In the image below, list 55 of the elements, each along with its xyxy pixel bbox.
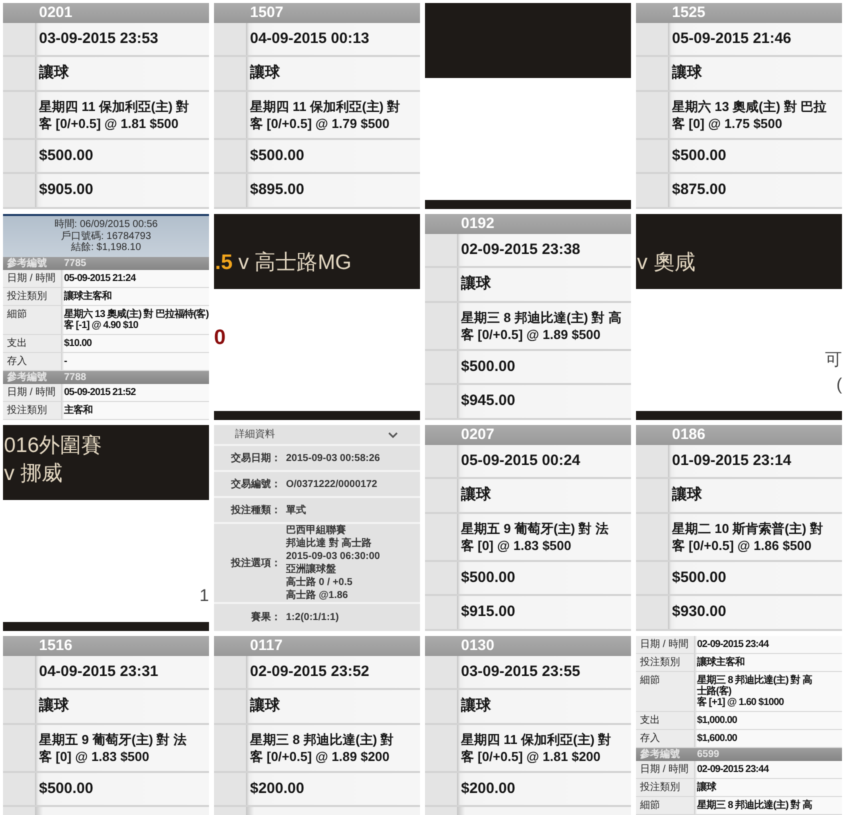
field-label: 日期 / 時間 <box>3 384 61 401</box>
reference-number: 1525 <box>672 4 706 21</box>
field-label: 日期 / 時間 <box>636 636 694 653</box>
reference-number: 7785 <box>63 258 86 269</box>
detail-value: 巴西甲組聯賽 邦迪比達 對 高士路 2015-09-03 06:30:00 亞洲讓球盤 高士路 0 / +0.5 高士路 @1.86 <box>285 524 380 602</box>
handicap-text: .5 <box>215 251 233 274</box>
cut-off-text: 可 <box>825 349 842 371</box>
field-label: 細節 <box>636 672 694 711</box>
match-title: 016外圍賽 <box>4 434 102 457</box>
reference-number: 1516 <box>39 637 72 654</box>
field-label: 存入 <box>636 730 694 747</box>
match-title: v 高士路MG <box>238 251 352 274</box>
reference-number: 0117 <box>250 637 283 654</box>
field-label: 細節 <box>636 797 694 814</box>
reference-number: 0186 <box>672 426 706 443</box>
cut-off-text: 1 <box>200 585 209 607</box>
match-title: v 挪威 <box>4 462 62 485</box>
summary-text: 時間: 06/09/2015 00:56 <box>54 219 158 230</box>
field-label: 細節 <box>3 306 61 334</box>
reference-number: 0192 <box>461 215 494 232</box>
detail-value: O/0371222/0000172 <box>285 478 378 490</box>
field-label: 支出 <box>3 335 61 352</box>
reference-label: 參考編號 <box>6 258 48 269</box>
field-label: 日期 / 時間 <box>636 761 694 778</box>
detail-value: 單式 <box>285 504 306 516</box>
reference-number: 6599 <box>696 749 720 760</box>
field-label: 支出 <box>636 712 694 729</box>
detail-label: 交易編號： <box>230 477 281 492</box>
detail-label: 投注種類： <box>230 503 281 518</box>
reference-number: 0201 <box>39 4 72 21</box>
reference-number: 0130 <box>461 637 494 654</box>
reference-label: 參考編號 <box>6 372 48 383</box>
cut-off-text: ( <box>836 374 842 396</box>
field-label: 投注類別 <box>3 288 61 305</box>
field-label: 投注類別 <box>3 402 61 419</box>
detail-value: 2015-09-03 00:58:26 <box>285 452 380 464</box>
field-value: 星期六 13 奧咸(主) 對 巴拉福特(客) 客 [-1] @ 4.90 $10 <box>61 306 209 334</box>
chevron-down-icon <box>388 432 398 438</box>
detail-value: 1:2(0:1/1:1) <box>285 610 339 624</box>
reference-number: 0207 <box>461 426 494 443</box>
match-title: v 奧咸 <box>637 251 696 274</box>
detail-label: 投注選項： <box>230 556 281 570</box>
field-label: 投注類別 <box>636 779 694 796</box>
details-toggle[interactable]: 詳細資料 <box>214 425 420 446</box>
summary-text: 結餘: $1,198.10 <box>70 242 142 254</box>
reference-label: 參考編號 <box>639 749 681 760</box>
detail-label: 賽果： <box>250 610 281 624</box>
field-label: 存入 <box>3 353 61 370</box>
reference-number: 7788 <box>63 372 86 383</box>
score-text: 0 <box>214 326 226 350</box>
field-label: 日期 / 時間 <box>3 270 61 287</box>
summary-text: 戶口號碼: 16784793 <box>60 230 152 242</box>
field-label: 投注類別 <box>636 654 694 671</box>
detail-label: 交易日期： <box>230 451 281 466</box>
reference-number: 1507 <box>250 4 284 21</box>
